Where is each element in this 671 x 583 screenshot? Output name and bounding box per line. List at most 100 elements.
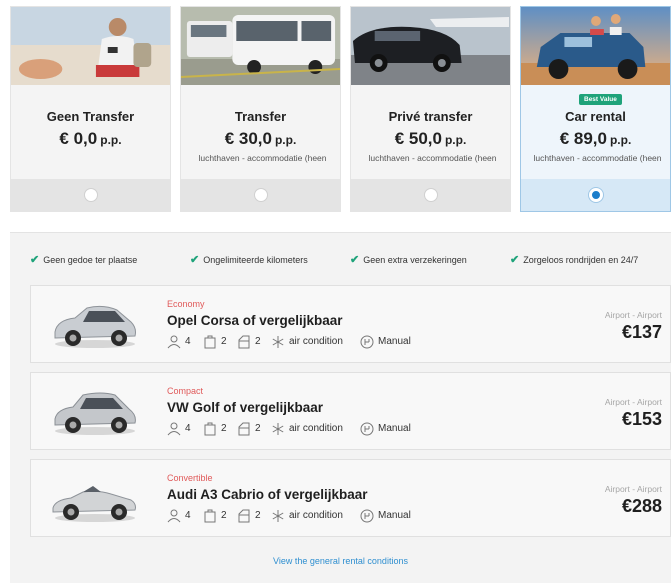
option-radio[interactable] (83, 188, 98, 202)
gearbox-icon (360, 422, 374, 436)
car-route: Airport - Airport (604, 397, 662, 407)
car-model: VW Golf of vergelijkbaar (167, 400, 324, 415)
car-price: €137 (621, 322, 662, 342)
car-offer-vw-golf[interactable]: Compact VW Golf of vergelijkbaar 4 2 2 a… (30, 372, 671, 450)
aircon-label: air condition (289, 423, 343, 434)
bags-count: 2 (221, 336, 227, 347)
seats-count: 4 (185, 423, 191, 434)
option-description: luchthaven - accommodatie (heen (533, 153, 662, 163)
option-radio-selected[interactable] (588, 188, 603, 202)
rental-conditions-link[interactable]: View the general rental conditions (10, 556, 671, 566)
option-price: € 30,0 p.p. (181, 129, 340, 149)
option-footer (11, 179, 170, 211)
car-price: €153 (621, 409, 662, 429)
option-price-value: € 89,0 (559, 129, 607, 148)
jeep-photo (521, 7, 670, 85)
option-radio[interactable] (253, 188, 268, 202)
option-price-unit: p.p. (444, 133, 467, 147)
option-price: € 89,0 p.p. (521, 129, 670, 149)
beach-photo (11, 7, 170, 85)
person-icon (167, 335, 181, 349)
feature-item: ✔ Zorgeloos rondrijden en 24/7 (510, 253, 638, 266)
doors-count: 2 (255, 510, 261, 521)
transmission-label: Manual (378, 336, 411, 347)
option-transfer[interactable]: Transfer € 30,0 p.p. luchthaven - accommo… (180, 6, 341, 212)
option-name: Car rental (565, 109, 626, 124)
feature-label: Ongelimiteerde kilometers (203, 255, 308, 265)
snowflake-icon (272, 510, 284, 522)
sedan-jet-photo (351, 7, 510, 85)
feature-label: Zorgeloos rondrijden en 24/7 (523, 255, 639, 265)
gearbox-icon (360, 335, 374, 349)
car-image (52, 486, 136, 522)
option-name: Transfer (234, 109, 287, 124)
car-image (54, 392, 136, 435)
car-offer-opel-corsa[interactable]: Economy Opel Corsa of vergelijkbaar 4 2 … (30, 285, 671, 363)
car-route: Airport - Airport (604, 484, 662, 494)
check-icon: ✔ (190, 254, 200, 266)
option-prive-transfer[interactable]: Privé transfer € 50,0 p.p. luchthaven - a… (350, 6, 511, 212)
car-model: Audi A3 Cabrio of vergelijkbaar (167, 487, 368, 502)
transmission-label: Manual (378, 423, 411, 434)
option-price: € 50,0 p.p. (351, 129, 510, 149)
feature-item: ✔ Geen extra verzekeringen (350, 253, 467, 266)
person-icon (167, 422, 181, 436)
seats-count: 4 (185, 336, 191, 347)
bags-count: 2 (221, 423, 227, 434)
aircon-label: air condition (289, 510, 343, 521)
option-radio[interactable] (423, 188, 438, 202)
door-icon (238, 509, 250, 523)
option-price-unit: p.p. (609, 133, 632, 147)
car-model: Opel Corsa of vergelijkbaar (167, 313, 343, 328)
option-price: € 0,0 p.p. (11, 129, 170, 149)
seats-count: 4 (185, 510, 191, 521)
luggage-icon (204, 509, 216, 523)
car-category: Compact (167, 386, 204, 396)
aircon-label: air condition (289, 336, 343, 347)
check-icon: ✔ (30, 254, 40, 266)
option-price-value: € 30,0 (224, 129, 272, 148)
feature-label: Geen gedoe ter plaatse (43, 255, 138, 265)
snowflake-icon (272, 423, 284, 435)
doors-count: 2 (255, 336, 261, 347)
feature-item: ✔ Ongelimiteerde kilometers (190, 253, 308, 266)
check-icon: ✔ (510, 254, 520, 266)
check-icon: ✔ (350, 254, 360, 266)
feature-label: Geen extra verzekeringen (363, 255, 467, 265)
luggage-icon (204, 422, 216, 436)
option-description: luchthaven - accommodatie (heen (368, 153, 497, 163)
car-category: Convertible (167, 473, 213, 483)
luggage-icon (204, 335, 216, 349)
best-value-badge: Best Value (579, 94, 622, 105)
car-rental-panel: ✔ Geen gedoe ter plaatse ✔ Ongelimiteerde … (10, 232, 671, 583)
car-image (54, 305, 136, 348)
option-name: Privé transfer (388, 109, 473, 124)
option-price-value: € 0,0 (59, 129, 98, 148)
person-icon (167, 509, 181, 523)
option-price-unit: p.p. (100, 133, 122, 147)
gearbox-icon (360, 509, 374, 523)
feature-item: ✔ Geen gedoe ter plaatse (30, 253, 137, 266)
car-price: €288 (621, 496, 662, 516)
option-price-value: € 50,0 (394, 129, 442, 148)
option-footer (181, 179, 340, 211)
option-name: Geen Transfer (46, 109, 135, 124)
car-route: Airport - Airport (604, 310, 662, 320)
door-icon (238, 422, 250, 436)
doors-count: 2 (255, 423, 261, 434)
door-icon (238, 335, 250, 349)
bags-count: 2 (221, 510, 227, 521)
option-car-rental[interactable]: Best Value Car rental € 89,0 p.p. luchtha… (520, 6, 671, 212)
car-category: Economy (167, 299, 205, 309)
option-footer (521, 179, 670, 211)
option-geen-transfer[interactable]: Geen Transfer € 0,0 p.p. (10, 6, 171, 212)
option-footer (351, 179, 510, 211)
feature-list: ✔ Geen gedoe ter plaatse ✔ Ongelimiteerde … (10, 253, 671, 267)
snowflake-icon (272, 336, 284, 348)
option-description: luchthaven - accommodatie (heen (198, 153, 327, 163)
option-price-unit: p.p. (274, 133, 297, 147)
transfer-options: Geen Transfer € 0,0 p.p. Transfer € 30,0 p… (10, 6, 671, 212)
bus-photo (181, 7, 340, 85)
car-offer-audi-a3-cabrio[interactable]: Convertible Audi A3 Cabrio of vergelijkb… (30, 459, 671, 537)
transmission-label: Manual (378, 510, 411, 521)
